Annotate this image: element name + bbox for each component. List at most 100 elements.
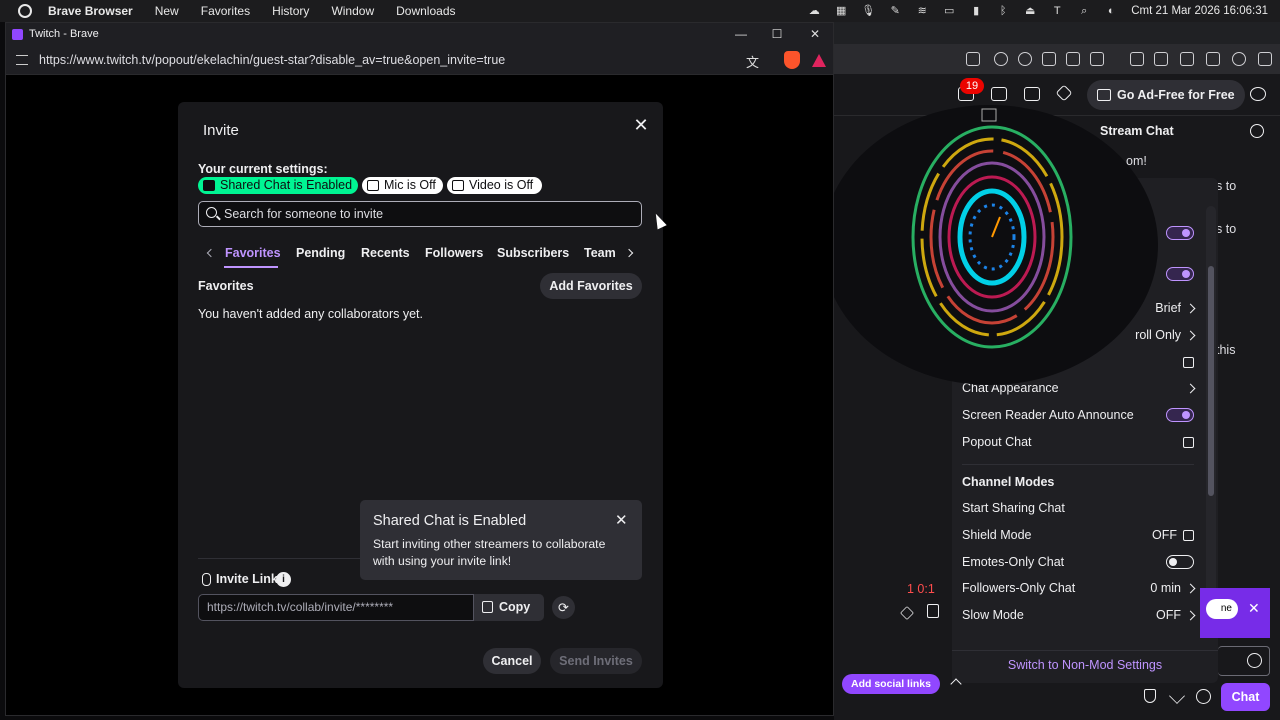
shield-icon[interactable]	[1232, 52, 1246, 66]
menu-downloads[interactable]: Downloads	[396, 4, 455, 18]
battery-icon[interactable]: ▮	[969, 5, 983, 17]
microphone-icon[interactable]: 🎙	[861, 5, 875, 17]
vpn-icon[interactable]	[1206, 52, 1220, 66]
tab-recents[interactable]: Recents	[361, 246, 410, 260]
bluetooth-icon[interactable]: ᛒ	[996, 5, 1010, 17]
avatar[interactable]	[1250, 87, 1266, 101]
brave-shields-icon[interactable]	[784, 51, 800, 69]
chat-text-fragment: this	[1216, 343, 1236, 357]
tab-favorites[interactable]: Favorites	[225, 246, 281, 260]
crown-icon[interactable]	[1055, 84, 1073, 102]
tab-subscribers[interactable]: Subscribers	[497, 246, 569, 260]
url-text[interactable]: https://www.twitch.tv/popout/ekelachin/g…	[39, 53, 505, 67]
calendar-icon[interactable]: ▦	[834, 5, 848, 17]
empty-state-message: You haven't added any collaborators yet.	[198, 307, 423, 321]
close-icon[interactable]: ✕	[804, 23, 826, 45]
music-icon[interactable]	[1130, 52, 1144, 66]
go-ad-free-button[interactable]: Go Ad-Free for Free	[1087, 80, 1245, 110]
eject-icon[interactable]: ⏏	[1023, 5, 1037, 17]
menu-bar: Brave Browser New Favorites History Wind…	[0, 0, 1280, 22]
extension-icon[interactable]	[994, 52, 1008, 66]
cloud-icon[interactable]: ☁	[807, 5, 821, 17]
mic-off-icon	[367, 180, 379, 191]
close-icon[interactable]: ✕	[1248, 600, 1260, 617]
copy-icon	[482, 601, 493, 613]
emotes-only-toggle[interactable]	[1166, 555, 1194, 569]
pen-icon[interactable]: ✎	[888, 5, 902, 17]
switch-non-mod-settings[interactable]: Switch to Non-Mod Settings	[952, 650, 1218, 678]
wallet-icon[interactable]	[1180, 52, 1194, 66]
menu-icon[interactable]	[1258, 52, 1272, 66]
copy-button[interactable]: Copy	[474, 594, 544, 621]
settings-screen-reader[interactable]: Screen Reader Auto Announce	[962, 402, 1194, 428]
info-icon[interactable]: i	[276, 572, 291, 587]
community-icon[interactable]	[1250, 124, 1264, 138]
chat-send-button[interactable]: Chat	[1221, 683, 1270, 711]
share-icon[interactable]	[927, 604, 939, 618]
invite-link-field[interactable]: https://twitch.tv/collab/invite/********	[198, 594, 474, 621]
tab-followers[interactable]: Followers	[425, 246, 483, 260]
text-icon[interactable]: T	[1050, 5, 1064, 17]
section-heading: Favorites	[198, 279, 254, 293]
whispers-icon[interactable]	[1024, 87, 1040, 101]
refresh-link-button[interactable]: ⟳	[552, 596, 575, 619]
control-center-icon[interactable]: ◐	[1104, 5, 1118, 17]
search-input[interactable]	[224, 202, 634, 225]
banner-pill[interactable]: ne	[1206, 599, 1238, 619]
search-box[interactable]	[198, 201, 642, 227]
translate-icon[interactable]: 文	[746, 52, 759, 71]
screenshot-icon[interactable]	[1066, 52, 1080, 66]
apple-icon[interactable]	[18, 4, 32, 18]
menu-window[interactable]: Window	[331, 4, 374, 18]
display-icon[interactable]: ▭	[942, 5, 956, 17]
settings-scrollbar[interactable]	[1206, 206, 1216, 638]
menu-app-name[interactable]: Brave Browser	[48, 4, 133, 18]
globe-icon[interactable]	[1018, 52, 1032, 66]
chat-input[interactable]	[1218, 646, 1270, 676]
tab-strip	[834, 22, 1280, 44]
site-settings-icon[interactable]	[16, 54, 28, 65]
channel-modes-heading: Channel Modes	[962, 475, 1055, 489]
shield-icon[interactable]	[1144, 689, 1156, 703]
maximize-icon[interactable]: ☐	[766, 23, 788, 45]
add-favorites-button[interactable]: Add Favorites	[540, 273, 642, 299]
menu-history[interactable]: History	[272, 4, 309, 18]
close-icon[interactable]: ✕	[633, 116, 649, 134]
cancel-button[interactable]: Cancel	[483, 648, 541, 674]
wifi-icon[interactable]: ≋	[915, 5, 929, 17]
address-bar[interactable]: https://www.twitch.tv/popout/ekelachin/g…	[6, 45, 833, 75]
menu-favorites[interactable]: Favorites	[201, 4, 250, 18]
emote-icon[interactable]	[1247, 653, 1262, 668]
chevron-left-icon[interactable]	[206, 248, 216, 258]
tab-team[interactable]: Team	[584, 246, 616, 260]
settings-popout-chat[interactable]: Popout Chat	[962, 429, 1194, 455]
stream-chat-title: Stream Chat	[1100, 124, 1174, 138]
toggle-on[interactable]	[1166, 226, 1194, 240]
settings-emotes-only[interactable]: Emotes-Only Chat	[962, 549, 1194, 575]
minimize-icon[interactable]: —	[730, 23, 752, 45]
brave-rewards-icon[interactable]	[812, 54, 826, 67]
extension-icon[interactable]	[966, 52, 980, 66]
add-social-links-button[interactable]: Add social links	[842, 674, 940, 694]
gear-icon[interactable]	[1196, 689, 1211, 704]
settings-followers-only[interactable]: Followers-Only Chat 0 min	[962, 575, 1196, 601]
puzzle-icon[interactable]	[1042, 52, 1056, 66]
tooltip-title: Shared Chat is Enabled	[373, 513, 527, 529]
mail-icon[interactable]	[991, 87, 1007, 101]
settings-shield-mode[interactable]: Shield Mode OFF	[962, 522, 1194, 548]
chevron-right-icon[interactable]	[624, 248, 634, 258]
settings-start-sharing-chat[interactable]: Start Sharing Chat	[962, 495, 1194, 521]
screen-reader-toggle[interactable]	[1166, 408, 1194, 422]
devtools-icon[interactable]	[1090, 52, 1104, 66]
toggle-on[interactable]	[1166, 267, 1194, 281]
menu-new[interactable]: New	[155, 4, 179, 18]
sidebar-icon[interactable]	[1154, 52, 1168, 66]
clock[interactable]: Cmt 21 Mar 2026 16:06:31	[1131, 5, 1268, 17]
search-icon[interactable]: ⌕	[1077, 5, 1091, 17]
close-icon[interactable]: ✕	[615, 511, 628, 529]
scrollbar-thumb[interactable]	[1208, 266, 1214, 496]
send-invites-button[interactable]: Send Invites	[550, 648, 642, 674]
tab-pending[interactable]: Pending	[296, 246, 345, 260]
settings-slow-mode[interactable]: Slow Mode OFF	[962, 602, 1196, 628]
window-titlebar[interactable]: Twitch - Brave — ☐ ✕	[6, 23, 833, 45]
